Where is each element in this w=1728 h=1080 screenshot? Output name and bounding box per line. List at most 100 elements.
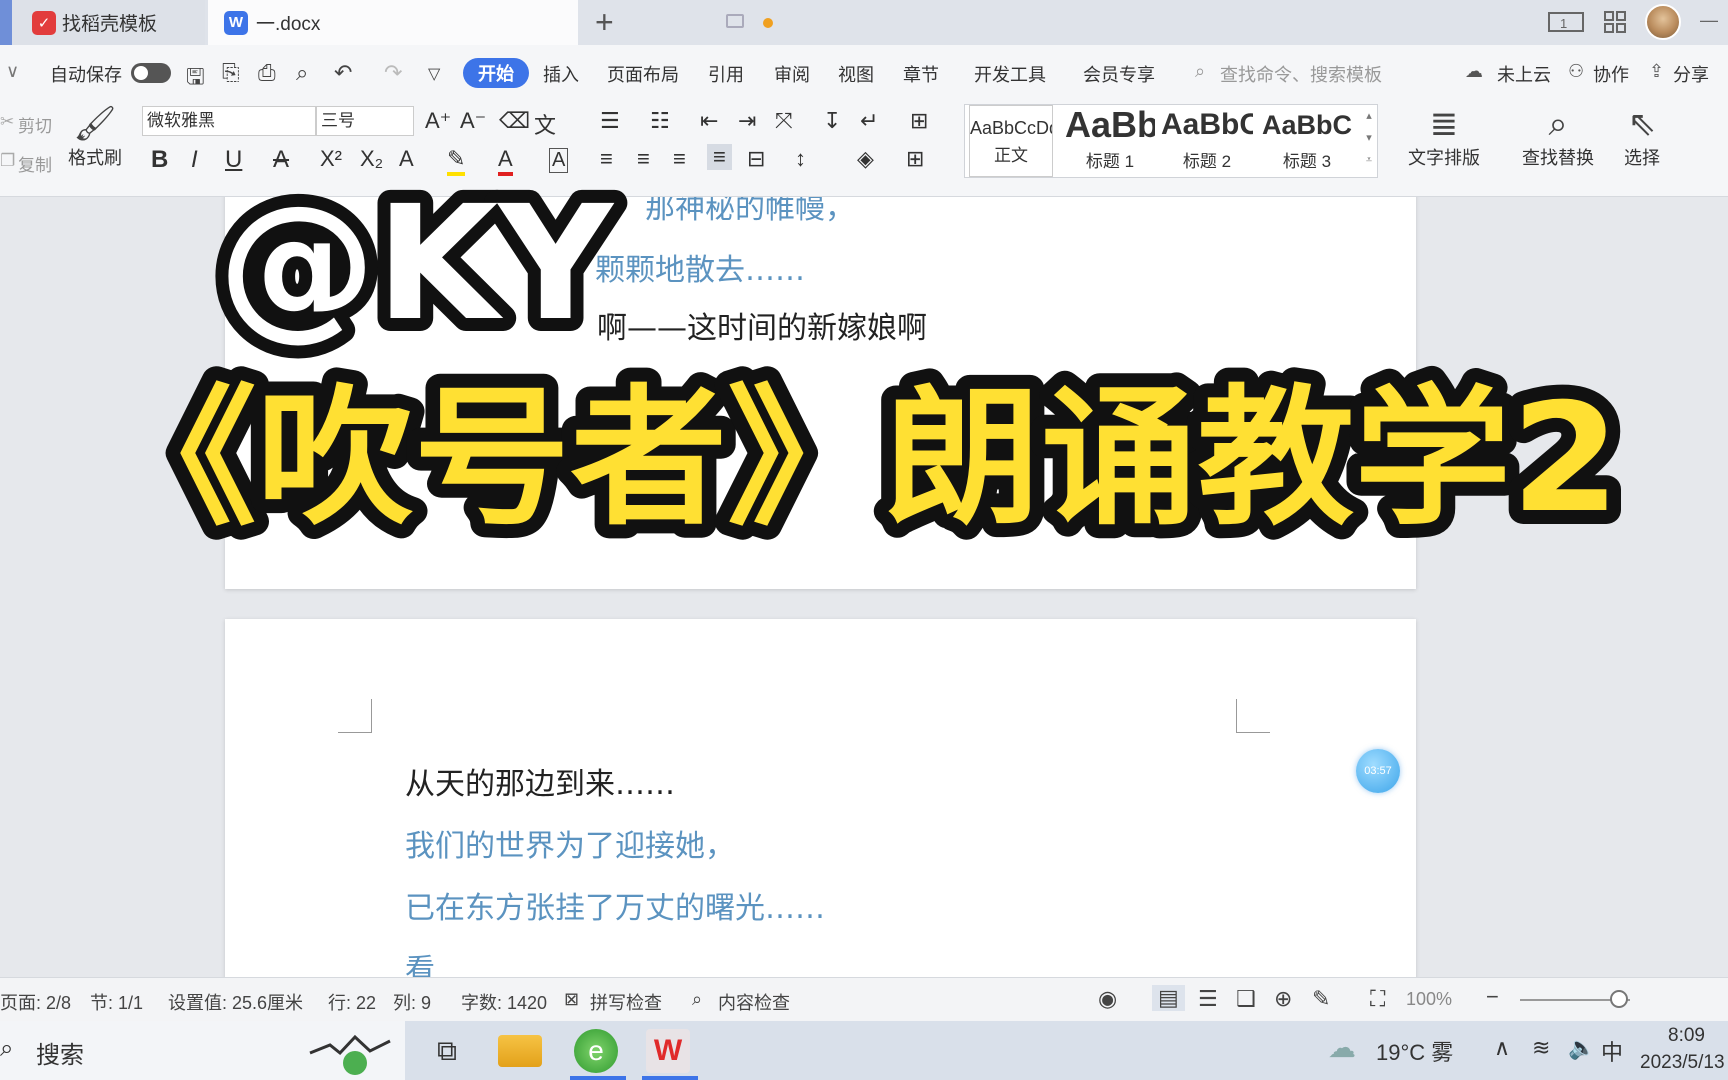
outdent-icon[interactable]: ⇤ xyxy=(700,108,718,134)
autosave-toggle[interactable] xyxy=(131,63,171,83)
wifi-icon[interactable]: ≋ xyxy=(1532,1035,1550,1061)
monitor-icon[interactable] xyxy=(726,14,744,28)
menu-start[interactable]: 开始 xyxy=(463,58,529,88)
text-line[interactable]: 已在东方张挂了万丈的曙光…… xyxy=(405,883,825,927)
highlight-icon[interactable]: ✎ xyxy=(447,146,466,176)
strikethrough-icon[interactable]: A xyxy=(273,146,289,174)
new-tab-button[interactable]: + xyxy=(595,4,614,41)
floating-timer[interactable]: 03:57 xyxy=(1356,749,1400,793)
cut-button[interactable]: 剪切 xyxy=(18,112,52,137)
select-button[interactable]: ⇖ 选择 xyxy=(1614,104,1670,170)
menu-developer[interactable]: 开发工具 xyxy=(974,61,1046,87)
align-center-icon[interactable]: ≡ xyxy=(637,146,650,172)
zoom-slider-knob[interactable] xyxy=(1610,990,1628,1008)
pinyin-icon[interactable]: 文 xyxy=(534,108,556,140)
document-page-2[interactable]: 从天的那边到来…… 我们的世界为了迎接她， 已在东方张挂了万丈的曙光…… 看 xyxy=(225,619,1416,977)
align-right-icon[interactable]: ≡ xyxy=(673,146,686,172)
taskbar-search[interactable]: ⌕ 搜索 xyxy=(0,1021,405,1080)
weather-text[interactable]: 19°C 雾 xyxy=(1376,1035,1453,1067)
export-pdf-icon[interactable]: ⎘ xyxy=(222,60,240,86)
page-view-icon[interactable]: ▤ xyxy=(1152,985,1185,1011)
status-words[interactable]: 字数: 1420 xyxy=(461,989,547,1015)
shading-icon[interactable]: ◈ xyxy=(857,146,874,172)
text-line[interactable]: 我们的世界为了迎接她， xyxy=(405,821,735,865)
wps-office-icon[interactable]: W xyxy=(646,1029,690,1073)
sort-icon[interactable]: ↧ xyxy=(823,108,841,134)
font-size-select[interactable]: 三号 xyxy=(316,106,414,136)
outline-view-icon[interactable]: ☰ xyxy=(1198,986,1218,1012)
text-direction-icon[interactable]: ⤧ xyxy=(775,108,793,134)
borders-icon[interactable]: ⊞ xyxy=(906,146,924,172)
status-section[interactable]: 节: 1/1 xyxy=(90,989,143,1015)
format-painter-button[interactable]: 🖌 格式刷 xyxy=(66,104,124,170)
char-border-icon[interactable]: A xyxy=(549,148,569,173)
eraser-icon[interactable]: ⌫ xyxy=(499,108,530,134)
shrink-font-icon[interactable]: A⁻ xyxy=(460,108,486,134)
document-page-1[interactable]: 那神秘的帷幔， 颗颗地散去…… 啊——这时间的新嫁娘啊 xyxy=(225,197,1416,589)
menu-insert[interactable]: 插入 xyxy=(543,61,579,87)
command-search-input[interactable]: 查找命令、搜索模板 xyxy=(1220,61,1382,87)
menu-page-layout[interactable]: 页面布局 xyxy=(607,61,679,87)
subscript-icon[interactable]: X₂ xyxy=(360,146,383,172)
tab-daoke-templates[interactable]: ✓ 找稻壳模板 xyxy=(0,0,205,45)
print-preview-icon[interactable]: ⌕ xyxy=(296,60,308,86)
distribute-icon[interactable]: ⊟ xyxy=(747,146,765,172)
style-heading-2[interactable]: AaBbC 标题 2 xyxy=(1161,105,1253,177)
reading-view-icon[interactable]: ❑ xyxy=(1236,986,1256,1012)
menu-review[interactable]: 审阅 xyxy=(774,61,810,87)
bullet-list-icon[interactable]: ☰ xyxy=(600,108,620,134)
status-page[interactable]: 页面: 2/8 xyxy=(0,989,71,1015)
font-family-select[interactable]: 微软雅黑 xyxy=(142,106,316,136)
menu-view[interactable]: 视图 xyxy=(838,61,874,87)
zoom-out-icon[interactable]: − xyxy=(1486,984,1499,1010)
style-scroll-icon[interactable]: ▴ ▾ ⩡ xyxy=(1361,105,1377,177)
align-left-icon[interactable]: ≡ xyxy=(600,146,613,172)
style-heading-1[interactable]: AaBb 标题 1 xyxy=(1065,105,1155,177)
tab-stops-icon[interactable]: ⊞ xyxy=(910,108,928,134)
chevron-up-icon[interactable]: ∧ xyxy=(1494,1035,1510,1061)
fit-page-icon[interactable]: ⛶ xyxy=(1370,986,1385,1012)
copy-button[interactable]: 复制 xyxy=(18,151,52,176)
style-heading-3[interactable]: AaBbC 标题 3 xyxy=(1261,105,1353,177)
bold-icon[interactable]: B xyxy=(151,146,168,174)
content-check-button[interactable]: 内容检查 xyxy=(718,989,790,1015)
page-layout-icon[interactable]: 1 xyxy=(1548,10,1584,34)
chevron-down-icon[interactable]: ∨ xyxy=(6,61,19,82)
tab-document[interactable]: W 一.docx xyxy=(208,0,773,45)
ime-indicator[interactable]: 中 xyxy=(1601,1035,1623,1067)
italic-icon[interactable]: I xyxy=(191,146,198,174)
spellcheck-button[interactable]: 拼写检查 xyxy=(590,989,662,1015)
share-button[interactable]: 分享 xyxy=(1673,61,1709,87)
undo-icon[interactable]: ↶ xyxy=(334,60,352,86)
menu-member[interactable]: 会员专享 xyxy=(1083,61,1155,87)
volume-icon[interactable]: 🔈 xyxy=(1568,1035,1595,1061)
pen-icon[interactable]: ✎ xyxy=(1312,986,1330,1012)
line-break-icon[interactable]: ↵ xyxy=(860,108,878,134)
text-line[interactable]: 那神秘的帷幔， xyxy=(645,197,855,227)
line-spacing-icon[interactable]: ↕ xyxy=(795,146,806,172)
grid-apps-icon[interactable] xyxy=(1603,10,1627,34)
text-line[interactable]: 颗颗地散去…… xyxy=(595,245,805,289)
task-view-icon[interactable]: ⧉ xyxy=(425,1029,469,1073)
text-line[interactable]: 啊——这时间的新嫁娘啊 xyxy=(597,303,927,347)
user-avatar[interactable] xyxy=(1645,4,1681,40)
chevron-down-icon[interactable]: ▽ xyxy=(428,64,440,84)
document-area[interactable]: 那神秘的帷幔， 颗颗地散去…… 啊——这时间的新嫁娘啊 从天的那边到来…… 我们… xyxy=(0,197,1728,977)
text-layout-button[interactable]: ≣ 文字排版 xyxy=(1396,104,1492,170)
cloud-status-button[interactable]: 未上云 xyxy=(1497,61,1551,87)
numbered-list-icon[interactable]: ☷ xyxy=(650,108,670,134)
zoom-level[interactable]: 100% xyxy=(1406,989,1452,1010)
browser-icon[interactable]: e xyxy=(574,1029,618,1073)
file-explorer-icon[interactable] xyxy=(498,1035,542,1067)
collab-button[interactable]: 协作 xyxy=(1593,61,1629,87)
clock-time[interactable]: 8:09 xyxy=(1668,1025,1705,1047)
text-line[interactable]: 看 xyxy=(405,945,435,977)
justify-icon[interactable]: ≡ xyxy=(707,144,732,170)
eye-protect-icon[interactable]: ◉ xyxy=(1098,986,1117,1012)
save-icon[interactable]: 🖫 xyxy=(186,60,205,98)
redo-icon[interactable]: ↷ xyxy=(384,60,402,86)
web-view-icon[interactable]: ⊕ xyxy=(1274,986,1292,1012)
menu-chapter[interactable]: 章节 xyxy=(903,61,939,87)
menu-references[interactable]: 引用 xyxy=(708,61,744,87)
find-replace-button[interactable]: ⌕ 查找替换 xyxy=(1510,104,1606,170)
